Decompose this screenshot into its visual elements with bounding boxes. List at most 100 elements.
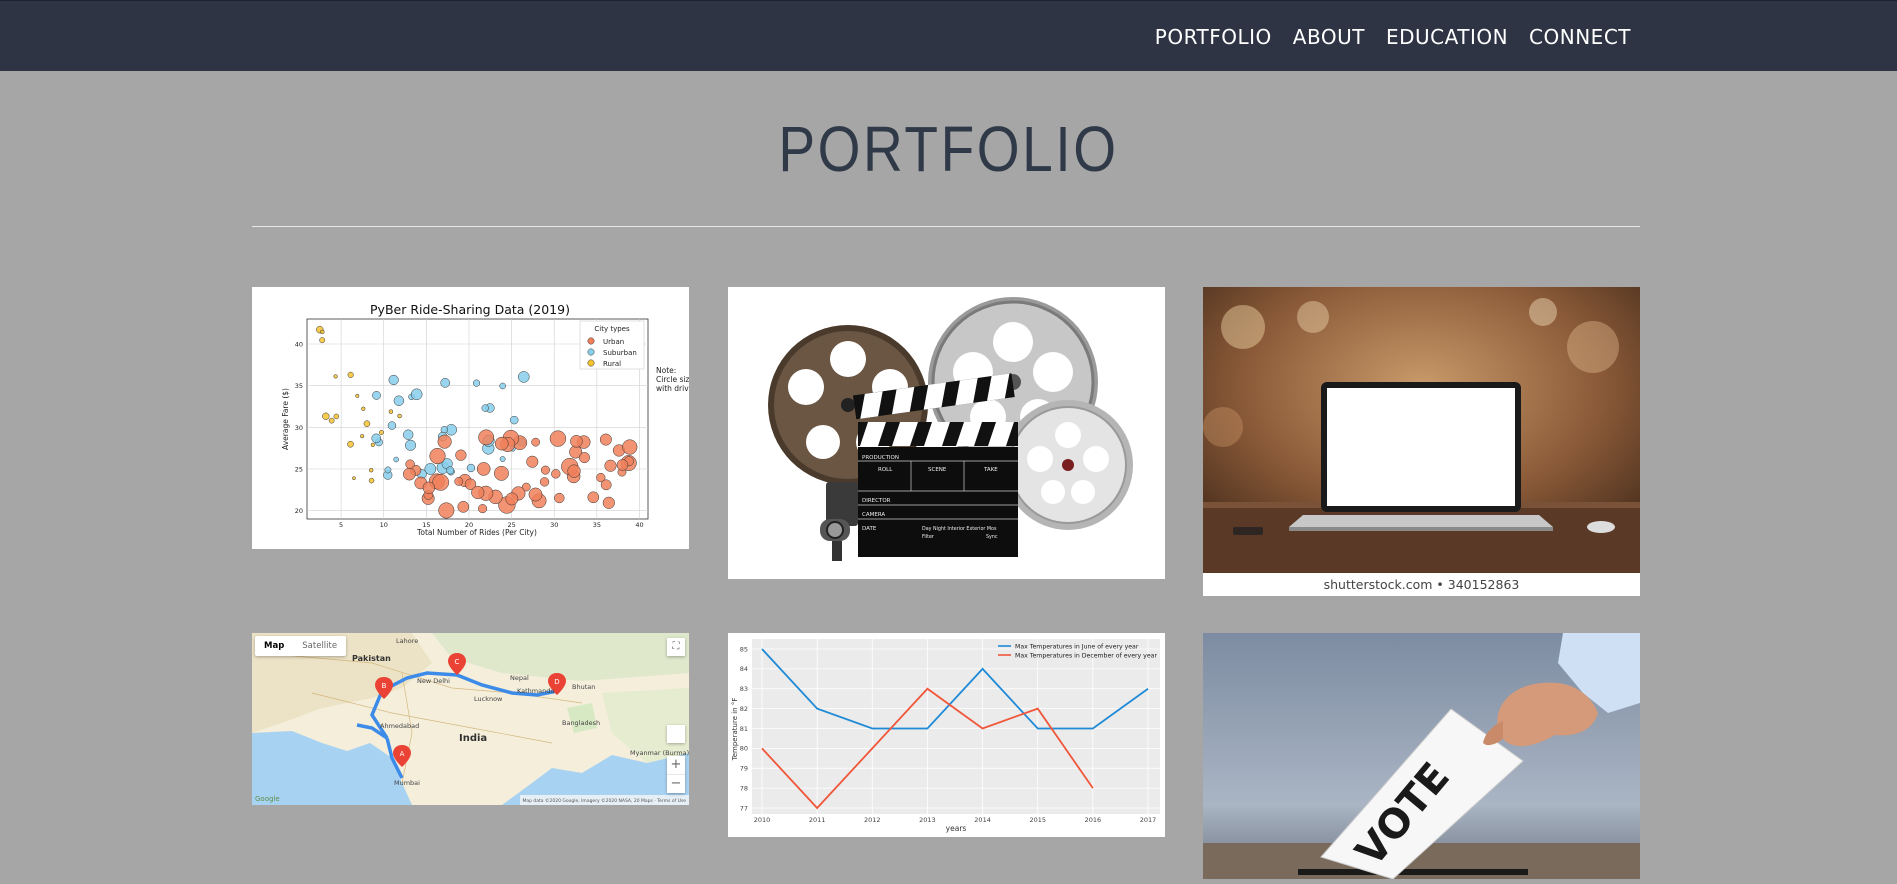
temperature-ylabel: Temperature in °F — [731, 698, 739, 762]
temperature-y-tick: 81 — [740, 725, 748, 733]
legend-label-suburban: Suburban — [603, 349, 637, 357]
pyber-bubble-urban — [422, 481, 436, 494]
zoom-out-button[interactable]: − — [667, 774, 685, 793]
street-view-pegman-icon[interactable] — [667, 725, 685, 743]
temperature-x-tick: 2013 — [919, 816, 936, 824]
pyber-bubble-suburban — [472, 379, 481, 387]
slate-day-night: Day Night Interior Exterior Mos — [922, 526, 997, 532]
film-reel-silver-icon — [1003, 400, 1133, 530]
pyber-bubble-suburban — [403, 429, 414, 440]
map-label-new-delhi: New Delhi — [417, 677, 450, 685]
pyber-y-tick: 20 — [295, 507, 303, 515]
route-map: A B C D Lahore Pakistan New Delhi India … — [252, 633, 689, 805]
portfolio-tile-film[interactable]: PRODUCTION ROLL SCENE TAKE DIRECTOR CAME… — [728, 287, 1165, 579]
pyber-bubble-urban — [455, 449, 467, 461]
portfolio-tile-map[interactable]: A B C D Lahore Pakistan New Delhi India … — [252, 633, 689, 805]
temperature-x-tick: 2016 — [1085, 816, 1102, 824]
pyber-bubble-chart: PyBer Ride-Sharing Data (2019) 5 10 15 20 25… — [281, 302, 689, 537]
temperature-xlabel: years — [946, 824, 967, 833]
nav-link-about[interactable]: ABOUT — [1293, 25, 1365, 49]
pyber-ylabel: Average Fare ($) — [281, 388, 290, 450]
slate-take: TAKE — [983, 467, 998, 473]
nav-link-education[interactable]: EDUCATION — [1386, 25, 1508, 49]
map-label-mumbai: Mumbai — [394, 779, 420, 787]
pyber-y-tick: 30 — [295, 424, 303, 432]
pyber-bubble-suburban — [410, 388, 423, 401]
map-label-kathmandu: Kathmandu — [517, 687, 554, 695]
pyber-bubble-suburban — [405, 439, 417, 451]
pyber-bubble-rural — [320, 329, 325, 335]
pyber-bubble-suburban — [393, 456, 399, 463]
pyber-bubble-urban — [622, 439, 638, 455]
pyber-bubble-rural — [347, 371, 354, 378]
pyber-bubble-suburban — [499, 382, 506, 390]
temperature-line-chart: 2010 2011 2012 2013 2014 2015 2016 2017 77 78 79 80… — [728, 633, 1165, 837]
map-label-pakistan: Pakistan — [352, 654, 391, 663]
laptop-photo — [1203, 287, 1640, 573]
map-label-india: India — [459, 733, 487, 744]
map-attribution[interactable]: Map data ©2020 Google, Imagery ©2020 NAS… — [523, 797, 687, 804]
pyber-bubble-rural — [397, 413, 402, 419]
slate-sync: Sync — [986, 534, 998, 540]
pyber-bubble-urban — [616, 459, 629, 471]
zoom-control: + − — [667, 756, 685, 793]
map-label-lucknow: Lucknow — [474, 695, 503, 703]
ballot-slot — [1298, 869, 1528, 875]
pyber-bubble-rural — [333, 374, 338, 379]
portfolio-tile-temperature-chart[interactable]: 2010 2011 2012 2013 2014 2015 2016 2017 77 78 79 80… — [728, 633, 1165, 837]
map-type-control: Map Satellite — [255, 636, 347, 656]
portfolio-tile-pyber[interactable]: PyBer Ride-Sharing Data (2019) 5 10 15 20 25… — [252, 287, 689, 549]
pyber-bubble-urban — [539, 477, 550, 487]
temperature-y-tick: 85 — [740, 645, 748, 653]
pyber-bubble-suburban — [481, 404, 489, 412]
pyber-bubble-suburban — [518, 371, 530, 383]
pyber-bubble-urban — [494, 436, 509, 451]
pyber-bubble-urban — [587, 491, 600, 504]
pyber-note-1: Note: — [656, 366, 676, 375]
pyber-x-tick: 35 — [593, 521, 601, 529]
zoom-in-button[interactable]: + — [667, 756, 685, 774]
pyber-bubble-urban — [567, 464, 581, 478]
legend-june: Max Temperatures in June of every year — [1015, 644, 1139, 651]
legend-marker-suburban — [587, 348, 595, 356]
page-title: PORTFOLIO — [778, 113, 1119, 185]
pyber-x-tick: 30 — [550, 521, 558, 529]
temperature-y-tick: 78 — [740, 784, 748, 792]
fullscreen-icon[interactable]: ⛶ — [667, 638, 685, 656]
pyber-x-tick: 5 — [339, 521, 343, 529]
pyber-bubble-suburban — [371, 433, 382, 444]
pyber-note-2: Circle size — [656, 375, 689, 384]
map-type-satellite-button[interactable]: Satellite — [293, 636, 346, 656]
svg-text:B: B — [382, 682, 387, 690]
pyber-title: PyBer Ride-Sharing Data (2019) — [370, 302, 570, 317]
slate-production: PRODUCTION — [862, 455, 899, 461]
map-label-lahore: Lahore — [396, 637, 418, 645]
map-type-map-button[interactable]: Map — [255, 636, 293, 656]
pyber-bubble-urban — [554, 492, 565, 504]
temperature-y-tick: 77 — [740, 804, 748, 812]
slate-filter: Filter — [922, 534, 934, 540]
svg-text:A: A — [400, 750, 405, 758]
vintage-camera-icon — [820, 482, 858, 561]
nav-link-portfolio[interactable]: PORTFOLIO — [1155, 25, 1272, 49]
pyber-bubble-suburban — [388, 374, 399, 386]
pyber-x-tick: 40 — [635, 521, 643, 529]
pyber-legend-title: City types — [594, 325, 630, 333]
pyber-y-tick: 40 — [295, 341, 303, 349]
pyber-bubble-rural — [378, 430, 384, 435]
pyber-bubble-urban — [540, 465, 550, 475]
portfolio-tile-vote[interactable]: VOTE — [1203, 633, 1640, 879]
pyber-bubble-rural — [328, 417, 335, 424]
pyber-bubble-suburban — [387, 421, 397, 430]
pyber-bubble-urban — [454, 477, 464, 486]
pyber-bubble-rural — [355, 393, 360, 398]
pyber-bubble-urban — [429, 447, 446, 465]
film-illustration: PRODUCTION ROLL SCENE TAKE DIRECTOR CAME… — [768, 297, 1133, 561]
portfolio-tile-laptop[interactable]: shutterstock.com • 340152863 — [1203, 287, 1640, 596]
nav-link-connect[interactable]: CONNECT — [1529, 25, 1631, 49]
pyber-bubble-suburban — [393, 395, 405, 406]
pyber-bubble-urban — [526, 455, 539, 468]
legend-december: Max Temperatures in December of every ye… — [1015, 653, 1157, 660]
temperature-x-tick: 2011 — [809, 816, 826, 824]
temperature-x-tick: 2012 — [864, 816, 881, 824]
